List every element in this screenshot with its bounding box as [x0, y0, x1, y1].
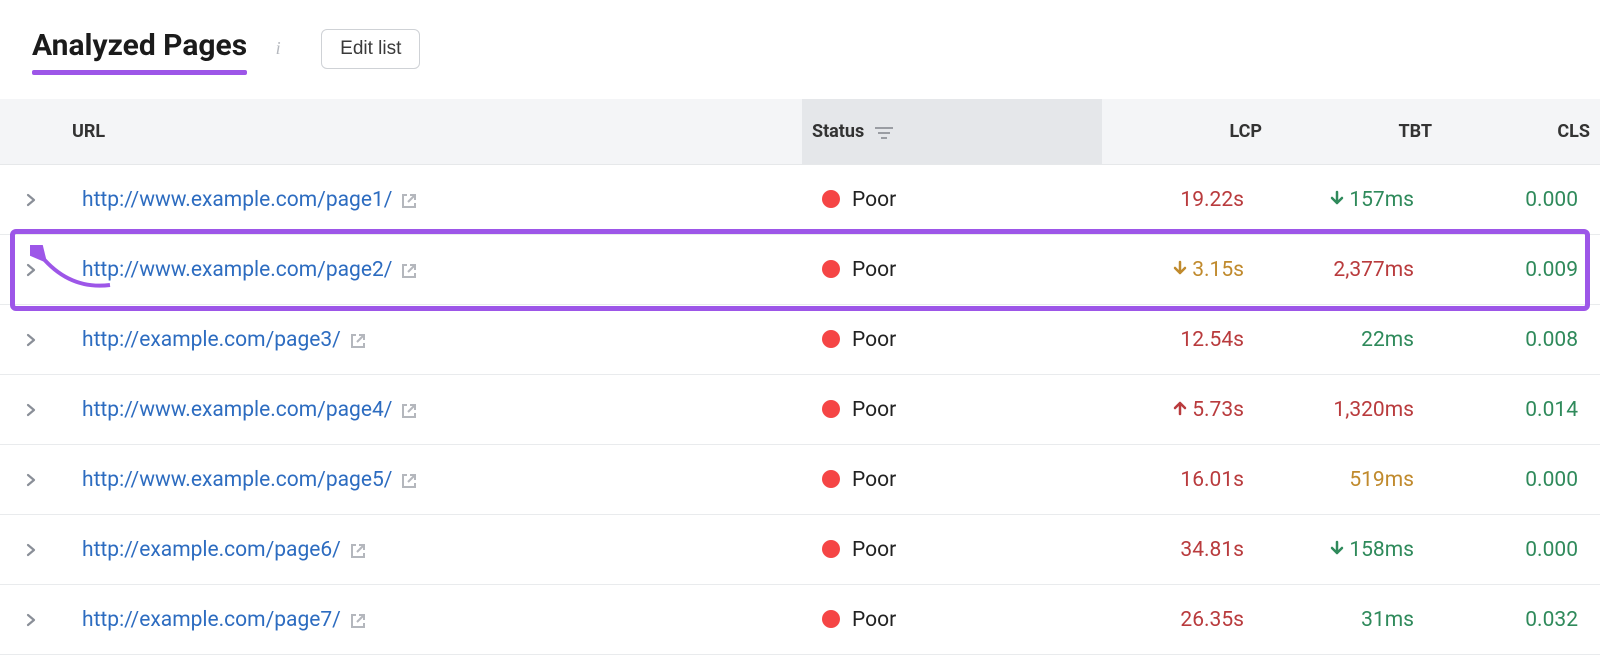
lcp-value: 5.73s	[1172, 398, 1244, 422]
tbt-value: 2,377ms	[1333, 258, 1414, 282]
table-row: http://www.example.com/page4/Poor 5.73s 1,…	[0, 375, 1600, 445]
table-row: http://example.com/page6/Poor 34.81s 158ms…	[0, 515, 1600, 585]
col-cls-header[interactable]: CLS	[1442, 99, 1600, 165]
page-title: Analyzed Pages	[32, 28, 247, 69]
analyzed-pages-table: URL Status LCP TBT CLS http://www.exampl…	[0, 99, 1600, 655]
cls-value: 0.000	[1525, 538, 1578, 562]
expand-row-icon[interactable]	[24, 613, 38, 627]
status-dot-icon	[822, 540, 840, 558]
external-link-icon[interactable]	[349, 612, 367, 630]
page-title-wrap: Analyzed Pages	[32, 28, 247, 69]
tbt-value: 22ms	[1361, 328, 1414, 352]
col-status-header[interactable]: Status	[802, 99, 1102, 165]
status-dot-icon	[822, 260, 840, 278]
table-row: http://example.com/page7/Poor 26.35s 31ms 0…	[0, 585, 1600, 655]
lcp-value: 12.54s	[1180, 328, 1244, 352]
trend-down-icon	[1329, 190, 1345, 206]
status-label: Poor	[852, 538, 896, 562]
col-url-header[interactable]: URL	[62, 99, 802, 165]
status-dot-icon	[822, 330, 840, 348]
tbt-value: 157ms	[1329, 188, 1414, 212]
page-url-link[interactable]: http://example.com/page3/	[82, 328, 341, 352]
table-row: http://www.example.com/page5/Poor 16.01s 5…	[0, 445, 1600, 515]
status-dot-icon	[822, 190, 840, 208]
table-header-row: URL Status LCP TBT CLS	[0, 99, 1600, 165]
expand-row-icon[interactable]	[24, 193, 38, 207]
external-link-icon[interactable]	[400, 262, 418, 280]
external-link-icon[interactable]	[400, 472, 418, 490]
trend-down-icon	[1329, 540, 1345, 556]
cls-value: 0.000	[1525, 468, 1578, 492]
page-url-link[interactable]: http://www.example.com/page1/	[82, 188, 392, 212]
expand-row-icon[interactable]	[24, 263, 38, 277]
title-underline	[32, 70, 247, 75]
col-status-label: Status	[812, 121, 864, 142]
analyzed-pages-panel: Analyzed Pages i Edit list URL Status LC…	[0, 0, 1600, 655]
lcp-value: 3.15s	[1172, 258, 1244, 282]
page-url-link[interactable]: http://www.example.com/page4/	[82, 398, 392, 422]
cls-value: 0.032	[1525, 608, 1578, 632]
expand-row-icon[interactable]	[24, 543, 38, 557]
info-icon[interactable]: i	[267, 38, 289, 60]
expand-row-icon[interactable]	[24, 333, 38, 347]
col-lcp-header[interactable]: LCP	[1102, 99, 1272, 165]
tbt-value: 158ms	[1329, 538, 1414, 562]
cls-value: 0.014	[1525, 398, 1578, 422]
expand-row-icon[interactable]	[24, 403, 38, 417]
lcp-value: 26.35s	[1180, 608, 1244, 632]
trend-up-icon	[1172, 400, 1188, 416]
external-link-icon[interactable]	[400, 192, 418, 210]
status-label: Poor	[852, 188, 896, 212]
table-row: http://www.example.com/page2/Poor 3.15s 2,…	[0, 235, 1600, 305]
page-url-link[interactable]: http://example.com/page6/	[82, 538, 341, 562]
table-row: http://www.example.com/page1/Poor 19.22s 1…	[0, 165, 1600, 235]
tbt-value: 31ms	[1361, 608, 1414, 632]
status-dot-icon	[822, 400, 840, 418]
cls-value: 0.000	[1525, 188, 1578, 212]
status-label: Poor	[852, 608, 896, 632]
tbt-value: 519ms	[1349, 468, 1414, 492]
external-link-icon[interactable]	[349, 542, 367, 560]
table-row: http://example.com/page3/Poor 12.54s 22ms 0…	[0, 305, 1600, 375]
status-label: Poor	[852, 258, 896, 282]
status-dot-icon	[822, 470, 840, 488]
edit-list-button[interactable]: Edit list	[321, 29, 420, 69]
page-header: Analyzed Pages i Edit list	[0, 0, 1600, 79]
lcp-value: 34.81s	[1180, 538, 1244, 562]
cls-value: 0.008	[1525, 328, 1578, 352]
trend-down-icon	[1172, 260, 1188, 276]
col-tbt-header[interactable]: TBT	[1272, 99, 1442, 165]
filter-icon	[875, 127, 893, 139]
external-link-icon[interactable]	[400, 402, 418, 420]
tbt-value: 1,320ms	[1333, 398, 1414, 422]
cls-value: 0.009	[1525, 258, 1578, 282]
page-url-link[interactable]: http://example.com/page7/	[82, 608, 341, 632]
status-label: Poor	[852, 398, 896, 422]
status-label: Poor	[852, 468, 896, 492]
external-link-icon[interactable]	[349, 332, 367, 350]
col-expand-header	[0, 99, 62, 165]
status-dot-icon	[822, 610, 840, 628]
lcp-value: 19.22s	[1180, 188, 1244, 212]
lcp-value: 16.01s	[1180, 468, 1244, 492]
expand-row-icon[interactable]	[24, 473, 38, 487]
page-url-link[interactable]: http://www.example.com/page5/	[82, 468, 392, 492]
page-url-link[interactable]: http://www.example.com/page2/	[82, 258, 392, 282]
status-label: Poor	[852, 328, 896, 352]
